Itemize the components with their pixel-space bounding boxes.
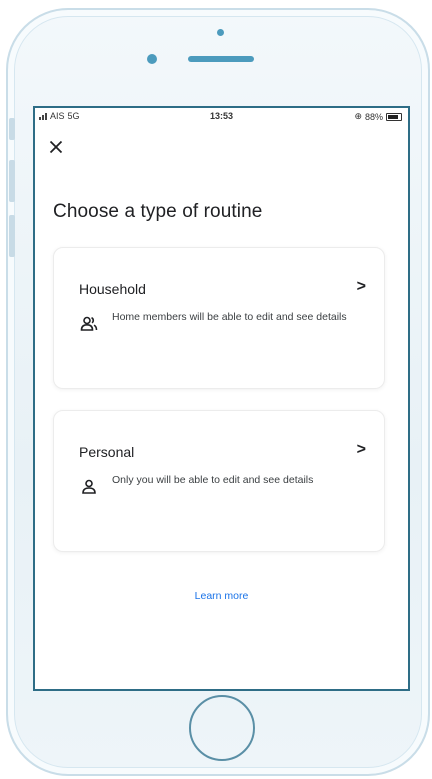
home-button[interactable] [189, 695, 255, 761]
battery-percent: 88% [364, 111, 383, 122]
volume-down-button [9, 215, 15, 257]
household-description: Home members will be able to edit and se… [112, 311, 347, 323]
person-icon [82, 479, 96, 494]
chevron-right-icon: > [356, 441, 366, 458]
mute-switch [9, 118, 15, 140]
proximity-sensor [147, 54, 157, 64]
household-title: Household [79, 281, 146, 297]
battery-info: ⊕ 88% [354, 111, 402, 122]
battery-icon [386, 112, 402, 121]
household-option-card[interactable]: Household > Home members will be able to… [53, 247, 385, 389]
chevron-right-icon: > [356, 278, 366, 295]
earpiece-speaker [188, 56, 254, 62]
page-title: Choose a type of routine [53, 201, 263, 222]
volume-up-button [9, 160, 15, 202]
close-icon[interactable] [49, 138, 69, 158]
personal-title: Personal [79, 444, 135, 460]
status-time: 13:53 [209, 111, 234, 121]
stage: AIS 5G 13:53 ⊕ 88% Choose a type of rout… [0, 0, 432, 779]
front-camera [217, 29, 224, 36]
personal-description: Only you will be able to edit and see de… [112, 474, 314, 486]
location-icon: ⊕ [354, 111, 362, 121]
status-bar: AIS 5G 13:53 ⊕ 88% [35, 108, 408, 126]
close-glyph [49, 140, 63, 154]
personal-option-card[interactable]: Personal > Only you will be able to edit… [53, 410, 385, 552]
learn-more-link[interactable]: Learn more [35, 590, 408, 602]
phone-screen: AIS 5G 13:53 ⊕ 88% Choose a type of rout… [33, 106, 410, 691]
people-icon [80, 316, 98, 331]
